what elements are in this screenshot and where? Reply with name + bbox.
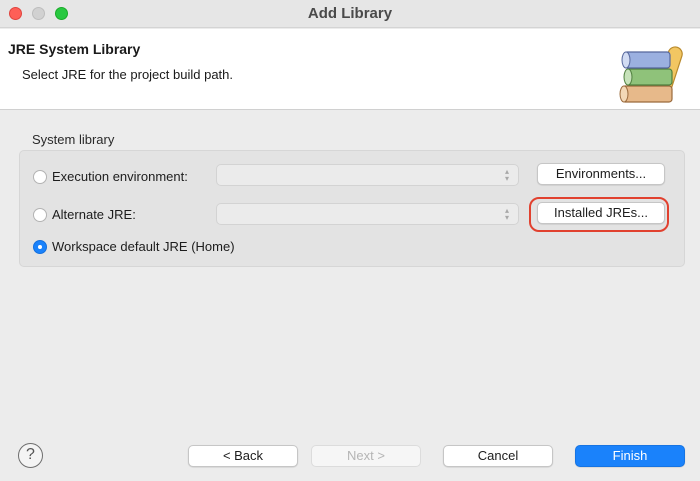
next-button[interactable]: Next > bbox=[311, 445, 421, 467]
system-library-group-label: System library bbox=[32, 132, 115, 147]
execution-environment-radio[interactable] bbox=[33, 170, 47, 184]
window-title: Add Library bbox=[307, 5, 393, 22]
finish-button[interactable]: Finish bbox=[575, 445, 685, 467]
back-button[interactable]: < Back bbox=[188, 445, 298, 467]
add-library-dialog: Add Library JRE System Library Select JR… bbox=[0, 0, 700, 481]
installed-jres-highlight bbox=[529, 197, 669, 232]
title-bar: Add Library bbox=[0, 0, 700, 28]
alternate-jre-select[interactable]: ▴ ▾ bbox=[216, 203, 519, 225]
header-banner: JRE System Library Select JRE for the pr… bbox=[0, 29, 700, 110]
page-title: JRE System Library bbox=[8, 41, 141, 57]
select-arrows-icon: ▴ ▾ bbox=[504, 206, 509, 222]
help-icon[interactable]: ? bbox=[18, 443, 43, 468]
environments-button[interactable]: Environments... bbox=[537, 163, 665, 185]
workspace-default-jre-label: Workspace default JRE (Home) bbox=[52, 239, 235, 254]
select-arrows-icon: ▴ ▾ bbox=[504, 167, 509, 183]
page-description: Select JRE for the project build path. bbox=[22, 67, 234, 82]
alternate-jre-radio[interactable] bbox=[33, 208, 47, 222]
cancel-button[interactable]: Cancel bbox=[443, 445, 553, 467]
execution-environment-select[interactable]: ▴ ▾ bbox=[216, 164, 519, 186]
execution-environment-label: Execution environment: bbox=[52, 169, 188, 184]
alternate-jre-label: Alternate JRE: bbox=[52, 207, 136, 222]
workspace-default-jre-radio[interactable] bbox=[33, 240, 47, 254]
library-books-icon bbox=[619, 46, 683, 103]
